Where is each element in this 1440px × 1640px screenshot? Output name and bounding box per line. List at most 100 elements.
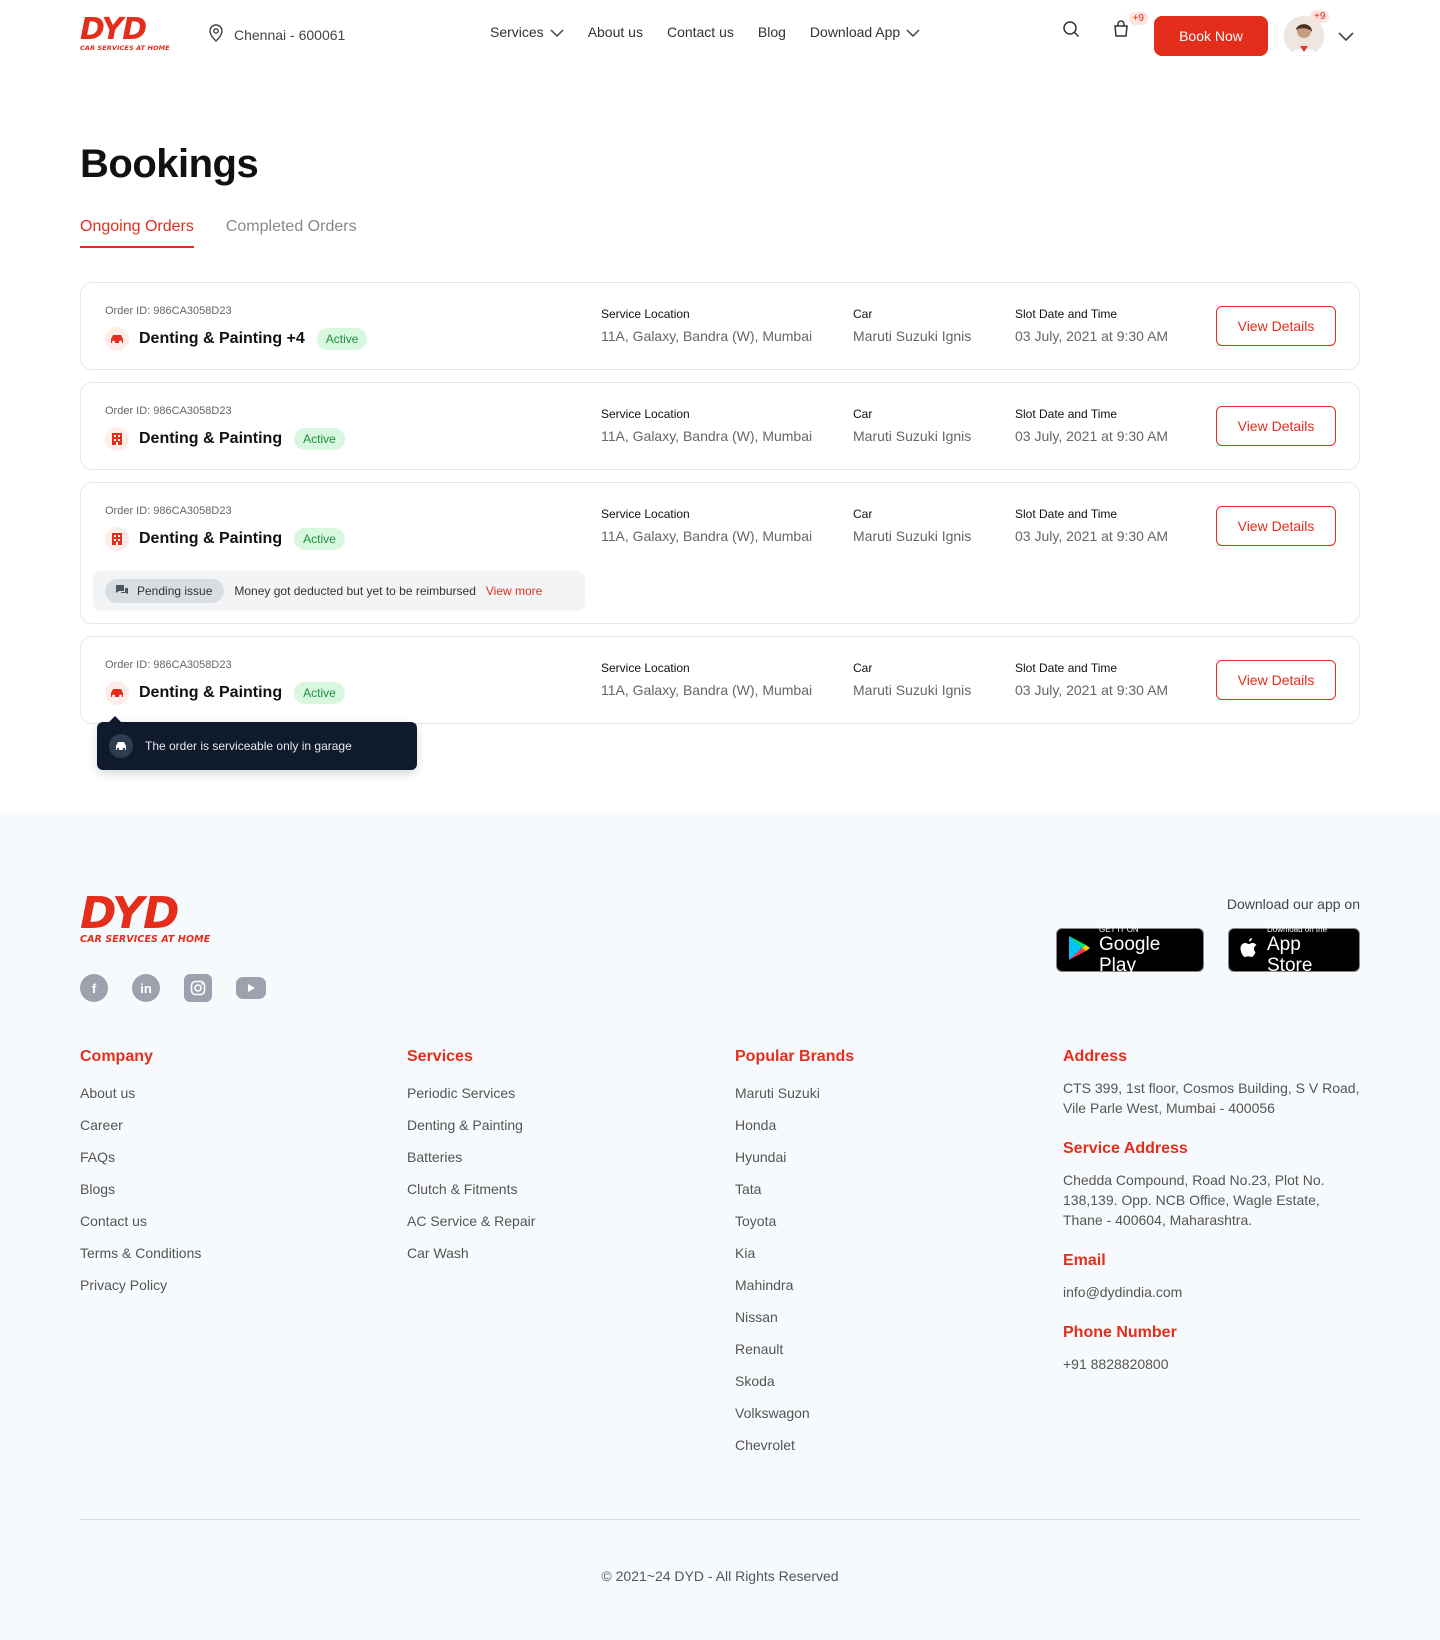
footer-column-contact: Address CTS 399, 1st floor, Cosmos Build… xyxy=(1063,1048,1360,1396)
car-info: Car Maruti Suzuki Ignis xyxy=(853,507,971,544)
store-big-text: Google Play xyxy=(1099,933,1161,976)
footer-link[interactable]: About us xyxy=(80,1084,201,1102)
info-value: 03 July, 2021 at 9:30 AM xyxy=(1015,682,1169,698)
youtube-icon[interactable] xyxy=(236,977,266,999)
footer-link[interactable]: Career xyxy=(80,1116,201,1134)
footer-link[interactable]: Nissan xyxy=(735,1308,854,1326)
nav-services[interactable]: Services xyxy=(490,24,564,40)
booking-tabs: Ongoing Orders Completed Orders xyxy=(80,218,357,248)
nav-about-us[interactable]: About us xyxy=(588,24,643,40)
pending-issue-banner: Pending issue Money got deducted but yet… xyxy=(93,571,585,611)
logo-wordmark: DYD xyxy=(80,12,147,47)
footer-link[interactable]: Toyota xyxy=(735,1212,854,1230)
slot-info: Slot Date and Time 03 July, 2021 at 9:30… xyxy=(1015,507,1168,544)
footer-link[interactable]: Renault xyxy=(735,1340,854,1358)
service-row: Denting & Painting +4 Active xyxy=(105,327,368,351)
phone-link[interactable]: +91 8828820800 xyxy=(1063,1354,1360,1374)
footer-link[interactable]: Car Wash xyxy=(407,1244,535,1262)
footer-logo[interactable]: DYD CAR SERVICES AT HOME xyxy=(80,888,210,946)
footer-link[interactable]: FAQs xyxy=(80,1148,201,1166)
chevron-down-icon[interactable] xyxy=(1338,28,1354,46)
nav-download-app[interactable]: Download App xyxy=(810,24,920,40)
order-id: Order ID: 986CA3058D23 xyxy=(105,505,232,517)
brand-logo[interactable]: DYD CAR SERVICES AT HOME xyxy=(80,12,170,56)
footer-link[interactable]: Clutch & Fitments xyxy=(407,1180,535,1198)
footer-column-brands: Popular Brands Maruti Suzuki Honda Hyund… xyxy=(735,1048,854,1454)
footer-link[interactable]: Tata xyxy=(735,1180,854,1198)
linkedin-icon[interactable]: in xyxy=(132,974,160,1002)
footer-link[interactable]: Blogs xyxy=(80,1180,201,1198)
footer-link[interactable]: AC Service & Repair xyxy=(407,1212,535,1230)
footer-link[interactable]: Privacy Policy xyxy=(80,1276,201,1294)
tab-completed-orders[interactable]: Completed Orders xyxy=(226,218,357,248)
slot-info: Slot Date and Time 03 July, 2021 at 9:30… xyxy=(1015,661,1168,698)
email-title: Email xyxy=(1063,1252,1106,1269)
cart-count-badge: +9 xyxy=(1128,12,1148,25)
order-card: Order ID: 986CA3058D23 Denting & Paintin… xyxy=(80,482,1360,624)
issue-chip-label: Pending issue xyxy=(137,584,213,598)
view-details-button[interactable]: View Details xyxy=(1216,660,1336,700)
facebook-icon[interactable]: f xyxy=(80,974,108,1002)
tab-ongoing-orders[interactable]: Ongoing Orders xyxy=(80,218,194,248)
footer-link[interactable]: Chevrolet xyxy=(735,1436,854,1454)
map-pin-icon xyxy=(208,24,224,45)
nav-label: Download App xyxy=(809,24,901,40)
footer-column-company: Company About us Career FAQs Blogs Conta… xyxy=(80,1048,201,1294)
location-text: Chennai - 600061 xyxy=(234,26,346,43)
footer-column-title: Company xyxy=(80,1048,153,1065)
service-name: Denting & Painting xyxy=(139,530,283,547)
google-play-button[interactable]: GET IT ON Google Play xyxy=(1056,925,1204,976)
footer-link[interactable]: Honda xyxy=(735,1116,854,1134)
service-name: Denting & Painting xyxy=(139,430,283,447)
header-icons: +9 xyxy=(1058,12,1148,44)
footer-link[interactable]: Volkswagon xyxy=(735,1404,854,1422)
cart-button[interactable]: +9 xyxy=(1108,12,1148,44)
info-label: Slot Date and Time xyxy=(1015,407,1118,421)
view-details-button[interactable]: View Details xyxy=(1216,306,1336,346)
address-title: Address xyxy=(1063,1048,1128,1065)
footer-link[interactable]: Hyundai xyxy=(735,1148,854,1166)
service-address-text: Chedda Compound, Road No.23, Plot No. 13… xyxy=(1063,1172,1325,1228)
footer-link[interactable]: Periodic Services xyxy=(407,1084,535,1102)
app-store-button[interactable]: Download on the App Store xyxy=(1228,925,1360,976)
footer-link-list: Maruti Suzuki Honda Hyundai Tata Toyota … xyxy=(735,1084,854,1454)
slot-info: Slot Date and Time 03 July, 2021 at 9:30… xyxy=(1015,307,1168,344)
info-label: Car xyxy=(853,661,873,675)
nav-blog[interactable]: Blog xyxy=(758,24,786,40)
view-more-link[interactable]: View more xyxy=(486,584,542,598)
service-location: Service Location 11A, Galaxy, Bandra (W)… xyxy=(601,307,812,344)
footer-divider xyxy=(80,1519,1360,1520)
info-label: Service Location xyxy=(601,661,690,675)
footer-link[interactable]: Mahindra xyxy=(735,1276,854,1294)
footer-link[interactable]: Contact us xyxy=(80,1212,201,1230)
site-footer: DYD CAR SERVICES AT HOME f in Download o… xyxy=(0,812,1440,1640)
book-now-button[interactable]: Book Now xyxy=(1154,16,1268,56)
email-link[interactable]: info@dydindia.com xyxy=(1063,1282,1360,1302)
view-details-button[interactable]: View Details xyxy=(1216,406,1336,446)
footer-link[interactable]: Terms & Conditions xyxy=(80,1244,201,1262)
footer-link[interactable]: Denting & Painting xyxy=(407,1116,535,1134)
location-selector[interactable]: Chennai - 600061 xyxy=(208,24,345,45)
chevron-down-icon xyxy=(550,24,564,40)
search-button[interactable] xyxy=(1058,18,1084,44)
view-details-button[interactable]: View Details xyxy=(1216,506,1336,546)
status-badge: Active xyxy=(316,328,368,350)
footer-link[interactable]: Kia xyxy=(735,1244,854,1262)
service-name: Denting & Painting +4 xyxy=(139,330,305,347)
service-location: Service Location 11A, Galaxy, Bandra (W)… xyxy=(601,407,812,444)
footer-link[interactable]: Skoda xyxy=(735,1372,854,1390)
footer-link[interactable]: Maruti Suzuki xyxy=(735,1084,854,1102)
footer-link[interactable]: Batteries xyxy=(407,1148,535,1166)
service-name: Denting & Painting xyxy=(139,684,283,701)
info-value: Maruti Suzuki Ignis xyxy=(853,328,972,344)
nav-label: Services xyxy=(490,24,544,40)
building-icon xyxy=(105,527,129,551)
logo-wordmark: DYD xyxy=(80,888,180,939)
car-icon[interactable] xyxy=(105,681,129,705)
footer-column-title: Services xyxy=(407,1048,473,1065)
instagram-icon[interactable] xyxy=(184,974,212,1002)
order-id: Order ID: 986CA3058D23 xyxy=(105,305,232,317)
avatar-notification-badge: +9 xyxy=(1310,10,1330,23)
nav-contact-us[interactable]: Contact us xyxy=(667,24,734,40)
info-value: 03 July, 2021 at 9:30 AM xyxy=(1015,328,1169,344)
